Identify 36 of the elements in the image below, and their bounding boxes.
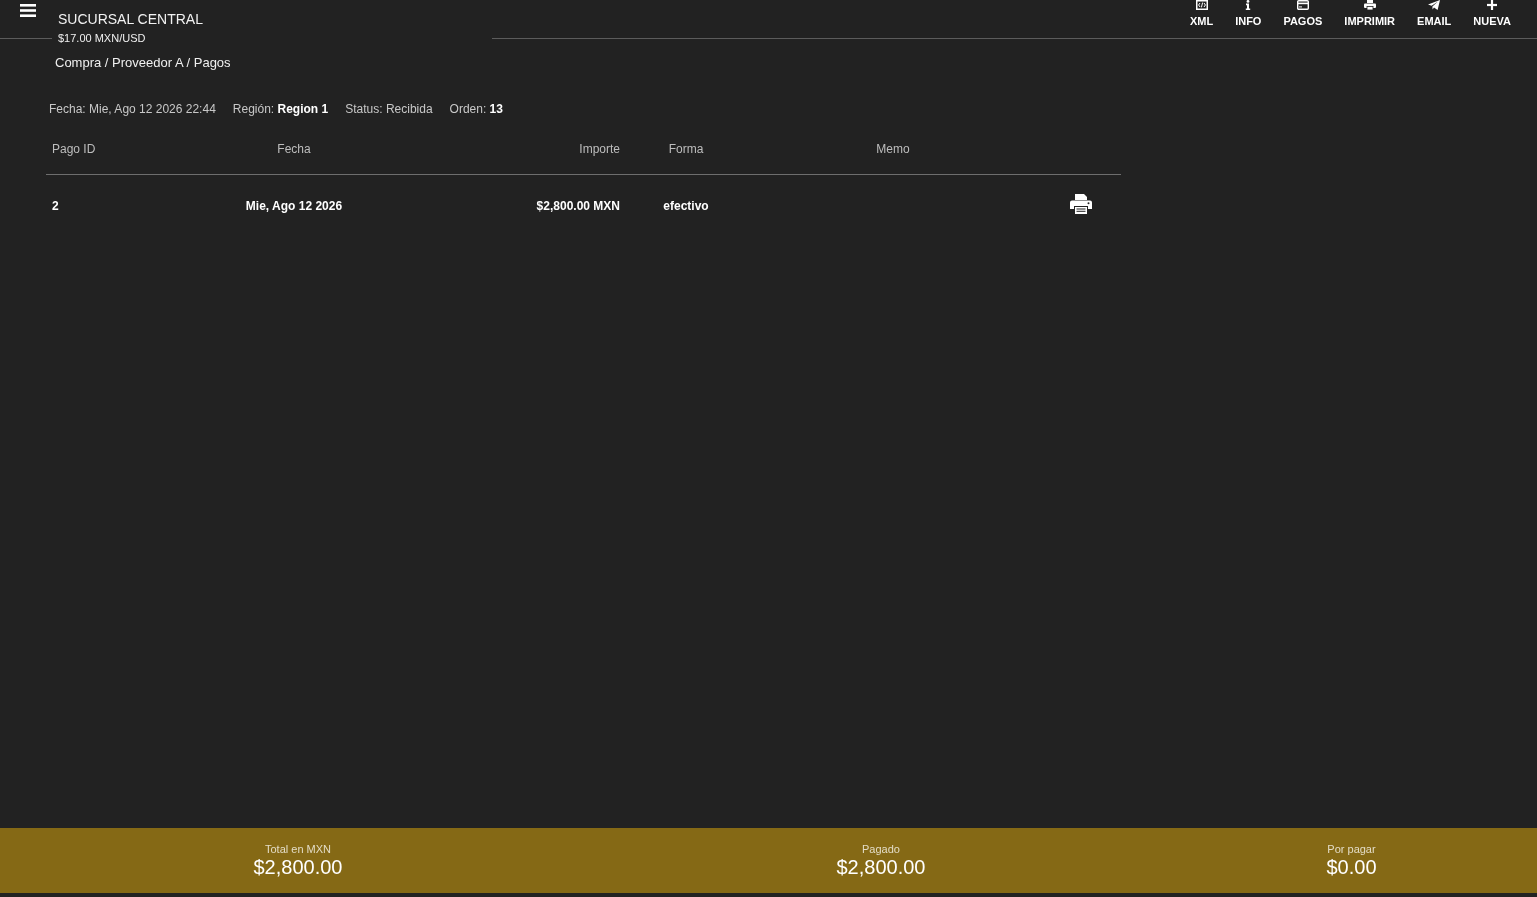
summary-field: Región: Region 1	[232, 102, 329, 116]
total-label: Total en MXN	[265, 843, 331, 856]
column-header: Forma	[668, 141, 704, 156]
total-label: Pagado	[862, 843, 900, 856]
total-label: Por pagar	[1327, 843, 1376, 856]
total-value: $2,800.00	[836, 856, 926, 878]
toolbar-button[interactable]: XML	[1179, 0, 1224, 28]
column-header: Importe	[579, 141, 620, 156]
plus-icon	[1486, 0, 1499, 10]
card-icon	[1296, 0, 1309, 10]
code-icon	[1195, 0, 1208, 10]
column-header: Fecha	[277, 141, 311, 156]
column-header: Memo	[876, 141, 910, 156]
send-icon	[1428, 0, 1441, 10]
toolbar-button[interactable]: EMAIL	[1407, 0, 1462, 28]
table-cell: Mie, Ago 12 2026	[245, 199, 343, 214]
total-value: $2,800.00	[253, 856, 343, 878]
print-button[interactable]	[1069, 193, 1092, 214]
summary-field: Status: Recibida	[345, 102, 433, 116]
table-cell: efectivo	[663, 199, 709, 214]
printer-icon	[1069, 193, 1092, 214]
toolbar-button[interactable]: PAGOS	[1273, 0, 1333, 28]
table-cell: $2,800.00 MXN	[536, 199, 620, 214]
breadcrumb-path: Compra / Proveedor A / Pagos	[55, 54, 231, 72]
branch-title: SUCURSAL CENTRAL	[58, 10, 203, 28]
summary-field: Orden: 13	[449, 102, 503, 116]
table-cell: 2	[52, 199, 59, 214]
printer-icon	[1363, 0, 1376, 10]
summary-field: Fecha: Mie, Ago 12 2026 22:44	[49, 102, 216, 116]
menu-icon	[20, 4, 36, 17]
column-header: Pago ID	[52, 141, 96, 156]
exchange-rate: $17.00 MXN/USD	[57, 31, 147, 45]
toolbar-button[interactable]: IMPRIMIR	[1334, 0, 1406, 28]
total-value: $0.00	[1326, 856, 1377, 878]
toolbar-button[interactable]: NUEVA	[1463, 0, 1521, 28]
toolbar-button[interactable]: INFO	[1225, 0, 1272, 28]
